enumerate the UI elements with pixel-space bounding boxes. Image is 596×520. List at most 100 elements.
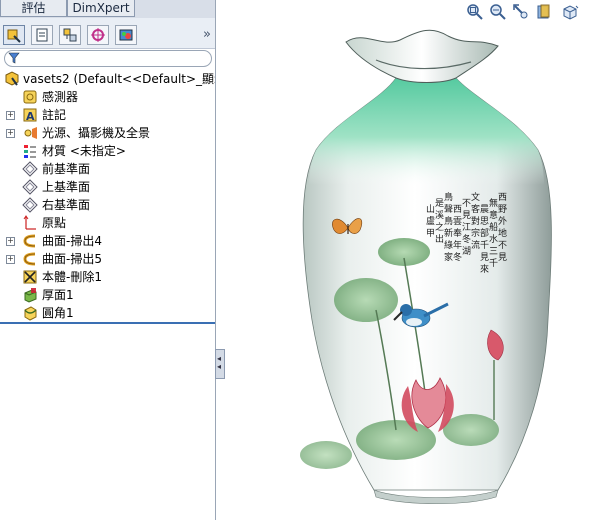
expand-toggle[interactable]: +	[6, 237, 15, 246]
tree-item-label: 感測器	[42, 90, 79, 104]
calligraphy-char: 冬	[453, 251, 462, 263]
feature-manager-icon	[7, 29, 21, 43]
tree-item-label: 前基準面	[42, 162, 91, 176]
dimxpert-manager-button[interactable]	[87, 25, 109, 45]
calligraphy-char: 水	[489, 233, 498, 245]
tree-item[interactable]: + 光源、攝影機及全景	[0, 124, 215, 142]
fillet-icon	[24, 306, 37, 321]
tree-item[interactable]: + 曲面-掃出4	[0, 232, 215, 250]
property-manager-button[interactable]	[31, 25, 53, 45]
pane-splitter[interactable]	[0, 322, 215, 324]
tree-filter-input[interactable]	[4, 50, 212, 67]
tree-item[interactable]: + 曲面-掃出5	[0, 250, 215, 268]
tree-item[interactable]: 材質 <未指定>	[0, 142, 215, 160]
expand-toggle[interactable]: +	[6, 255, 15, 264]
property-manager-icon	[36, 28, 48, 42]
lights-camera-icon	[24, 127, 37, 139]
tree-root-part[interactable]: vasets2 (Default<<Default>_顯示狀態 1	[0, 70, 215, 88]
configuration-manager-icon	[63, 28, 77, 42]
calligraphy-char: 船	[489, 221, 498, 233]
filter-icon	[8, 52, 20, 64]
tree-item[interactable]: 厚面1	[0, 286, 215, 304]
calligraphy-char: 無	[489, 197, 498, 209]
annotation-icon: A	[23, 108, 37, 123]
vase-foot	[373, 489, 499, 505]
calligraphy-char: 見	[480, 252, 489, 263]
calligraphy-char: 冬	[462, 233, 471, 245]
tree-item-label: 圓角1	[42, 306, 74, 320]
calligraphy-char: 是	[435, 198, 444, 209]
calligraphy-char: 見	[498, 252, 507, 263]
tree-item-label: 材質 <未指定>	[42, 144, 126, 158]
calligraphy-char: 不	[462, 198, 471, 209]
calligraphy-char: 之	[435, 221, 444, 233]
tree-item[interactable]: 右基準面	[0, 196, 215, 214]
feature-manager-button[interactable]	[3, 25, 25, 45]
graphics-viewport[interactable]: 西野外地不見無意船水三千晨思部千見來文客對宗流不見江冬湖西雲奉年冬鳥聲鳥新綠家是…	[216, 0, 596, 520]
calligraphy-char: 雲	[453, 216, 462, 227]
tree-item-label: 本體-刪除1	[42, 270, 102, 284]
calligraphy-char: 奉	[453, 227, 462, 239]
calligraphy-char: 湖	[462, 246, 471, 257]
expand-toggle[interactable]: +	[6, 111, 15, 120]
tab-dimxpert[interactable]: DimXpert	[67, 0, 135, 17]
calligraphy-char: 出	[435, 233, 444, 245]
tree-item[interactable]: + A 註記	[0, 106, 215, 124]
surface-sweep-icon	[23, 252, 36, 266]
tree-item[interactable]: 原點	[0, 214, 215, 232]
tree-item[interactable]: 感測器	[0, 88, 215, 106]
calligraphy-char: 甲	[426, 228, 435, 239]
calligraphy-char: 山	[426, 204, 435, 215]
plane-icon	[22, 179, 38, 195]
tree-item[interactable]: 圓角1	[0, 304, 215, 322]
tree-root-label: vasets2 (Default<<Default>_顯示狀態 1	[23, 72, 215, 86]
calligraphy-char: 不	[498, 240, 507, 251]
toolbar-overflow-button[interactable]: »	[203, 27, 211, 42]
tree-item[interactable]: 本體-刪除1	[0, 268, 215, 286]
calligraphy-char: 客	[471, 203, 480, 215]
tree-item[interactable]: 前基準面	[0, 160, 215, 178]
vase-neck-glaze	[309, 78, 544, 185]
plane-icon	[22, 161, 38, 177]
tree-item-label: 曲面-掃出5	[42, 252, 102, 266]
dimxpert-manager-icon	[91, 28, 105, 42]
calligraphy-char: 晨	[480, 204, 489, 215]
calligraphy-char: 野	[498, 204, 507, 215]
calligraphy-char: 來	[480, 264, 489, 275]
tree-item[interactable]: 上基準面	[0, 178, 215, 196]
feature-manager-pane: 評估 DimXpert » vasets2 (Default<<Default>…	[0, 0, 216, 520]
calligraphy-char: 新	[444, 227, 453, 239]
tree-item-label: 厚面1	[42, 288, 74, 302]
calligraphy-char: 部	[480, 227, 489, 239]
calligraphy-char: 意	[489, 209, 498, 221]
calligraphy-char: 千	[489, 258, 498, 269]
expand-toggle[interactable]: +	[6, 129, 15, 138]
calligraphy-char: 鳥	[444, 215, 453, 227]
tree-item-label: 上基準面	[42, 180, 91, 194]
calligraphy-char: 思	[480, 216, 489, 227]
calligraphy-char: 盧	[426, 215, 435, 227]
tree-item-label: 原點	[42, 216, 67, 230]
calligraphy-char: 對	[471, 215, 480, 227]
display-manager-button[interactable]	[115, 25, 137, 45]
calligraphy-char: 年	[453, 239, 462, 251]
calligraphy-char: 家	[444, 251, 453, 263]
calligraphy-char: 聲	[444, 204, 453, 215]
surface-sweep-icon	[23, 234, 36, 248]
material-icon	[24, 145, 36, 158]
delete-body-icon	[23, 270, 37, 284]
tree-item-label: 右基準面	[42, 198, 91, 212]
calligraphy-char: 千	[480, 240, 489, 251]
calligraphy-char: 地	[498, 227, 507, 239]
sensor-icon	[23, 90, 37, 104]
calligraphy-char: 見	[462, 210, 471, 221]
configuration-manager-button[interactable]	[59, 25, 81, 45]
tab-strip: 評估 DimXpert	[0, 0, 215, 19]
calligraphy-char: 江	[462, 222, 471, 233]
svg-text:A: A	[26, 110, 35, 123]
tab-evaluate[interactable]: 評估	[0, 0, 67, 17]
calligraphy-char: 鳥	[444, 191, 453, 203]
tree-item-label: 註記	[42, 108, 67, 122]
calligraphy-char: 溪	[435, 209, 444, 221]
tree-item-label: 光源、攝影機及全景	[42, 126, 151, 140]
